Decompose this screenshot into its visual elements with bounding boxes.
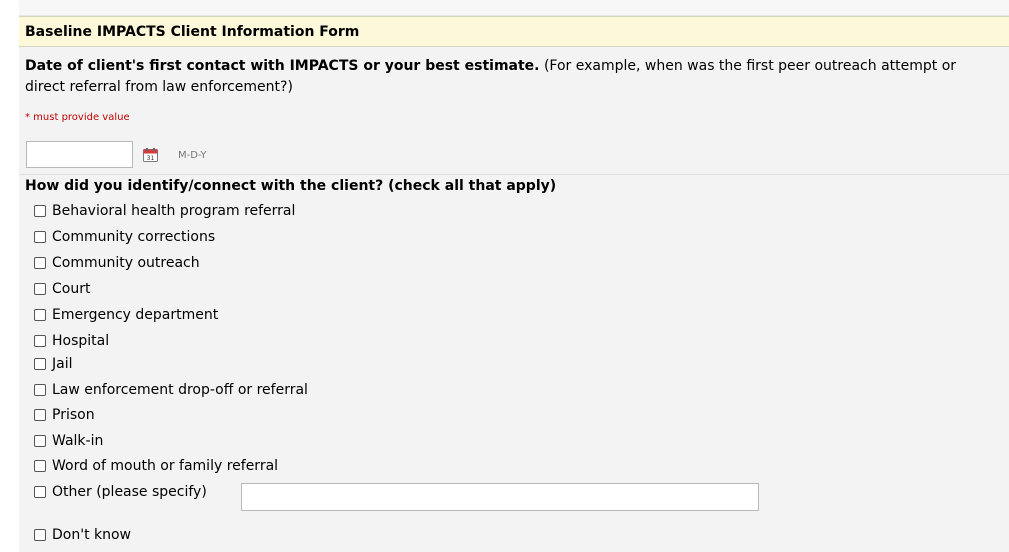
option-court[interactable]: Court bbox=[34, 279, 90, 299]
required-indicator: * must provide value bbox=[25, 112, 130, 123]
option-label: Behavioral health program referral bbox=[52, 203, 296, 219]
form-container: Baseline IMPACTS Client Information Form… bbox=[19, 0, 1009, 552]
option-label: Hospital bbox=[52, 333, 110, 349]
option-hospital[interactable]: Hospital bbox=[34, 331, 109, 351]
checkbox[interactable] bbox=[34, 283, 46, 295]
option-word-of-mouth[interactable]: Word of mouth or family referral bbox=[34, 456, 278, 476]
checkbox[interactable] bbox=[34, 358, 46, 370]
option-label: Walk-in bbox=[52, 433, 104, 449]
option-behavioral-health[interactable]: Behavioral health program referral bbox=[34, 201, 295, 221]
checkbox[interactable] bbox=[34, 335, 46, 347]
option-label: Don't know bbox=[52, 527, 132, 543]
question-identify-client-title: How did you identify/connect with the cl… bbox=[25, 178, 557, 194]
checkbox[interactable] bbox=[34, 384, 46, 396]
checkbox[interactable] bbox=[34, 309, 46, 321]
option-label: Community corrections bbox=[52, 229, 216, 245]
option-other[interactable]: Other (please specify) bbox=[34, 482, 207, 502]
calendar-day-number: 31 bbox=[147, 155, 155, 162]
checkbox[interactable] bbox=[34, 205, 46, 217]
option-label: Jail bbox=[52, 356, 73, 372]
checkbox[interactable] bbox=[34, 257, 46, 269]
checkbox[interactable] bbox=[34, 486, 46, 498]
option-community-corrections[interactable]: Community corrections bbox=[34, 227, 215, 247]
option-walk-in[interactable]: Walk-in bbox=[34, 431, 103, 451]
option-label: Law enforcement drop-off or referral bbox=[52, 382, 308, 398]
option-jail[interactable]: Jail bbox=[34, 354, 73, 374]
question-first-contact-title: Date of client's first contact with IMPA… bbox=[25, 58, 540, 74]
option-label: Word of mouth or family referral bbox=[52, 458, 279, 474]
option-law-enforcement[interactable]: Law enforcement drop-off or referral bbox=[34, 380, 308, 400]
option-label: Emergency department bbox=[52, 307, 219, 323]
option-label: Prison bbox=[52, 407, 95, 423]
checkbox[interactable] bbox=[34, 409, 46, 421]
option-community-outreach[interactable]: Community outreach bbox=[34, 253, 200, 273]
top-strip bbox=[19, 0, 1009, 16]
form-header: Baseline IMPACTS Client Information Form bbox=[19, 16, 1009, 47]
option-emergency-department[interactable]: Emergency department bbox=[34, 305, 218, 325]
question-first-contact-label: Date of client's first contact with IMPA… bbox=[25, 56, 995, 98]
other-specify-input[interactable] bbox=[241, 483, 759, 511]
option-label: Court bbox=[52, 281, 91, 297]
option-label: Community outreach bbox=[52, 255, 200, 271]
calendar-icon[interactable]: 31 bbox=[143, 148, 158, 162]
question-first-contact-date: Date of client's first contact with IMPA… bbox=[19, 47, 1009, 175]
checkbox[interactable] bbox=[34, 460, 46, 472]
checkbox[interactable] bbox=[34, 435, 46, 447]
date-format-hint: M-D-Y bbox=[178, 150, 207, 161]
form-title: Baseline IMPACTS Client Information Form bbox=[25, 24, 360, 40]
checkbox[interactable] bbox=[34, 529, 46, 541]
option-label: Other (please specify) bbox=[52, 484, 207, 500]
option-prison[interactable]: Prison bbox=[34, 405, 95, 425]
first-contact-date-input[interactable] bbox=[26, 141, 133, 168]
option-dont-know[interactable]: Don't know bbox=[34, 525, 131, 545]
checkbox[interactable] bbox=[34, 231, 46, 243]
